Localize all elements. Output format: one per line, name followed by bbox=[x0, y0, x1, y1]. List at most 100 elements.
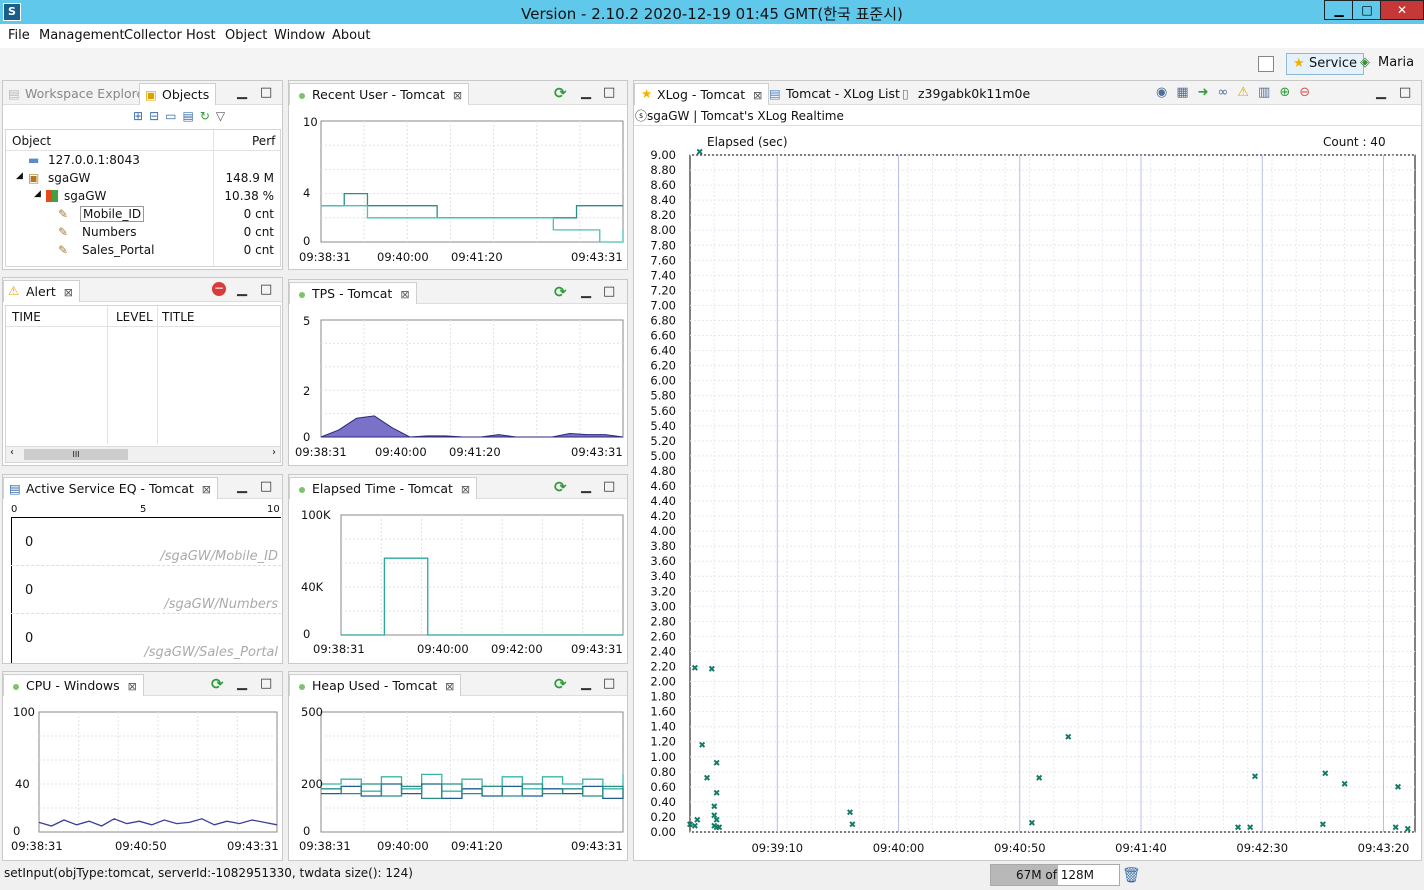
y-tick-label: 0 bbox=[303, 430, 311, 444]
menu-object[interactable]: Object bbox=[225, 28, 267, 43]
objects-toolbar: ⊞⊟▭▤↻▽ bbox=[133, 109, 231, 123]
minimize-icon[interactable]: ▁ bbox=[581, 676, 591, 691]
menu-collector[interactable]: Collector bbox=[124, 28, 182, 43]
tab-tps-label: TPS - Tomcat bbox=[312, 286, 393, 301]
collapse-all-icon[interactable]: ⊟ bbox=[149, 109, 165, 123]
y-tick-label: 7.60 bbox=[650, 253, 676, 267]
maximize-icon[interactable]: □ bbox=[260, 479, 272, 494]
expand-arrow-icon[interactable]: ◢ bbox=[34, 189, 41, 199]
scroll-left-icon[interactable]: ‹ bbox=[10, 447, 14, 458]
y-tick-label: 9.00 bbox=[650, 148, 676, 162]
tree-row[interactable]: ✎ Numbers 0 cnt bbox=[8, 224, 278, 242]
object-icon: ✎ bbox=[58, 207, 69, 221]
expand-arrow-icon[interactable]: ◢ bbox=[16, 171, 23, 181]
refresh-icon[interactable]: ⟳ bbox=[211, 675, 224, 693]
refresh-icon[interactable]: ⟳ bbox=[554, 478, 567, 496]
maximize-icon[interactable]: □ bbox=[603, 85, 615, 100]
y-tick-label: 1.60 bbox=[650, 705, 676, 719]
xlog-scatter-chart[interactable]: 0.000.200.400.600.801.001.201.401.601.80… bbox=[634, 81, 1421, 860]
maximize-button[interactable]: □ bbox=[1352, 0, 1382, 20]
view-menu-icon[interactable]: ▽ bbox=[216, 109, 231, 123]
col-perf: Perf bbox=[252, 134, 276, 148]
close-tab-icon[interactable]: ⊠ bbox=[202, 483, 211, 496]
db-icon: ◈ bbox=[1360, 55, 1370, 70]
close-tab-icon[interactable]: ⊠ bbox=[128, 680, 137, 693]
refresh-icon[interactable]: ⟳ bbox=[554, 283, 567, 301]
minimize-icon[interactable]: ▁ bbox=[237, 479, 247, 494]
minimize-icon[interactable]: ▁ bbox=[237, 676, 247, 691]
maximize-icon[interactable]: □ bbox=[603, 676, 615, 691]
y-tick-label: 1.40 bbox=[650, 720, 676, 734]
tab-workspace-explorer[interactable]: ▤ Workspace Explorer bbox=[3, 83, 155, 105]
perspective-maria[interactable]: ◈ Maria bbox=[1356, 53, 1420, 75]
tps-panel: TPS - Tomcat ⊠ ⟳ ▁ □ 5 2 0 09:38:31 09:40… bbox=[288, 279, 628, 466]
tab-objects[interactable]: ▣ Objects bbox=[139, 83, 217, 105]
close-button[interactable]: ✕ bbox=[1380, 0, 1424, 20]
x-tick-label: 09:38:31 bbox=[313, 642, 365, 656]
tab-alert[interactable]: ⚠ Alert ⊠ bbox=[3, 280, 80, 302]
cpu-chart bbox=[38, 711, 278, 833]
monitor-icon[interactable]: ▭ bbox=[165, 109, 182, 123]
menu-file[interactable]: File bbox=[8, 28, 30, 43]
elapsed-time-panel: Elapsed Time - Tomcat ⊠ ⟳ ▁ □ 100K 40K 0 … bbox=[288, 474, 628, 664]
tab-workspace-explorer-label: Workspace Explorer bbox=[25, 86, 150, 101]
heap-status[interactable]: 67M of 128M bbox=[990, 864, 1120, 886]
scroll-right-icon[interactable]: › bbox=[272, 447, 276, 458]
expand-all-icon[interactable]: ⊞ bbox=[133, 109, 149, 123]
refresh-icon[interactable]: ↻ bbox=[200, 109, 216, 123]
close-tab-icon[interactable]: ⊠ bbox=[445, 680, 454, 693]
tab-elapsed-time[interactable]: Elapsed Time - Tomcat ⊠ bbox=[289, 477, 478, 499]
y-tick-label: 8.60 bbox=[650, 178, 676, 192]
object-icon: ✎ bbox=[58, 225, 69, 239]
plot-area bbox=[320, 711, 624, 833]
tab-heap-used[interactable]: Heap Used - Tomcat ⊠ bbox=[289, 674, 462, 696]
server-icon[interactable]: ▤ bbox=[182, 109, 199, 123]
x-tick-label: 09:38:31 bbox=[299, 839, 351, 853]
minimize-icon[interactable]: ▁ bbox=[581, 85, 591, 100]
minimize-icon[interactable]: ▁ bbox=[237, 282, 247, 297]
minimize-icon[interactable]: ▁ bbox=[237, 85, 247, 100]
cpu-panel: CPU - Windows ⊠ ⟳ ▁ □ 100 40 0 09:38:31 0… bbox=[2, 671, 283, 861]
minimize-icon[interactable]: ▁ bbox=[581, 284, 591, 299]
refresh-icon[interactable]: ⟳ bbox=[554, 84, 567, 102]
close-tab-icon[interactable]: ⊠ bbox=[453, 89, 462, 102]
maximize-icon[interactable]: □ bbox=[260, 676, 272, 691]
menu-management[interactable]: Management bbox=[39, 28, 125, 43]
eq-icon: ▤ bbox=[9, 481, 21, 496]
perspective-service[interactable]: ★ Service bbox=[1286, 53, 1365, 75]
menu-host[interactable]: Host bbox=[186, 28, 216, 43]
tab-objects-label: Objects bbox=[162, 87, 210, 102]
horizontal-scrollbar[interactable]: ‹ III › bbox=[6, 446, 280, 462]
tree-row[interactable]: ◢ ▣ sgaGW 148.9 M bbox=[8, 170, 278, 188]
clear-icon[interactable]: − bbox=[212, 282, 226, 296]
tree-row[interactable]: ✎ Mobile_ID 0 cnt bbox=[8, 206, 278, 224]
eq-scale-label: 10 bbox=[267, 504, 280, 515]
tab-active-service[interactable]: ▤ Active Service EQ - Tomcat ⊠ bbox=[3, 477, 218, 499]
tree-row[interactable]: ✎ Sales_Portal 0 cnt bbox=[8, 242, 278, 260]
open-perspective-icon[interactable] bbox=[1258, 56, 1274, 72]
x-tick-label: 09:38:31 bbox=[299, 250, 351, 264]
maximize-icon[interactable]: □ bbox=[603, 479, 615, 494]
tab-tps[interactable]: TPS - Tomcat ⊠ bbox=[289, 282, 417, 304]
x-tick-label: 09:43:31 bbox=[571, 445, 623, 459]
tab-recent-user[interactable]: Recent User - Tomcat ⊠ bbox=[289, 83, 470, 105]
x-tick-label: 09:42:00 bbox=[491, 642, 543, 656]
maximize-icon[interactable]: □ bbox=[603, 284, 615, 299]
gc-trash-icon[interactable]: 🗑 bbox=[1122, 866, 1141, 884]
minimize-icon[interactable]: ▁ bbox=[581, 479, 591, 494]
tree-row-perf: 0 cnt bbox=[243, 207, 274, 221]
close-tab-icon[interactable]: ⊠ bbox=[64, 286, 73, 299]
close-tab-icon[interactable]: ⊠ bbox=[400, 288, 409, 301]
refresh-icon[interactable]: ⟳ bbox=[554, 675, 567, 693]
minimize-button[interactable]: ▁ bbox=[1324, 0, 1354, 20]
tree-row[interactable]: ◢ sgaGW 10.38 % bbox=[8, 188, 278, 206]
xlog-point: ✖ bbox=[1392, 823, 1400, 833]
tree-row[interactable]: ▬ 127.0.0.1:8043 bbox=[8, 152, 278, 170]
close-tab-icon[interactable]: ⊠ bbox=[461, 483, 470, 496]
tab-cpu[interactable]: CPU - Windows ⊠ bbox=[3, 674, 144, 696]
maximize-icon[interactable]: □ bbox=[260, 282, 272, 297]
maximize-icon[interactable]: □ bbox=[260, 85, 272, 100]
scroll-thumb[interactable]: III bbox=[24, 449, 128, 460]
menu-window[interactable]: Window bbox=[274, 28, 325, 43]
menu-about[interactable]: About bbox=[332, 28, 370, 43]
